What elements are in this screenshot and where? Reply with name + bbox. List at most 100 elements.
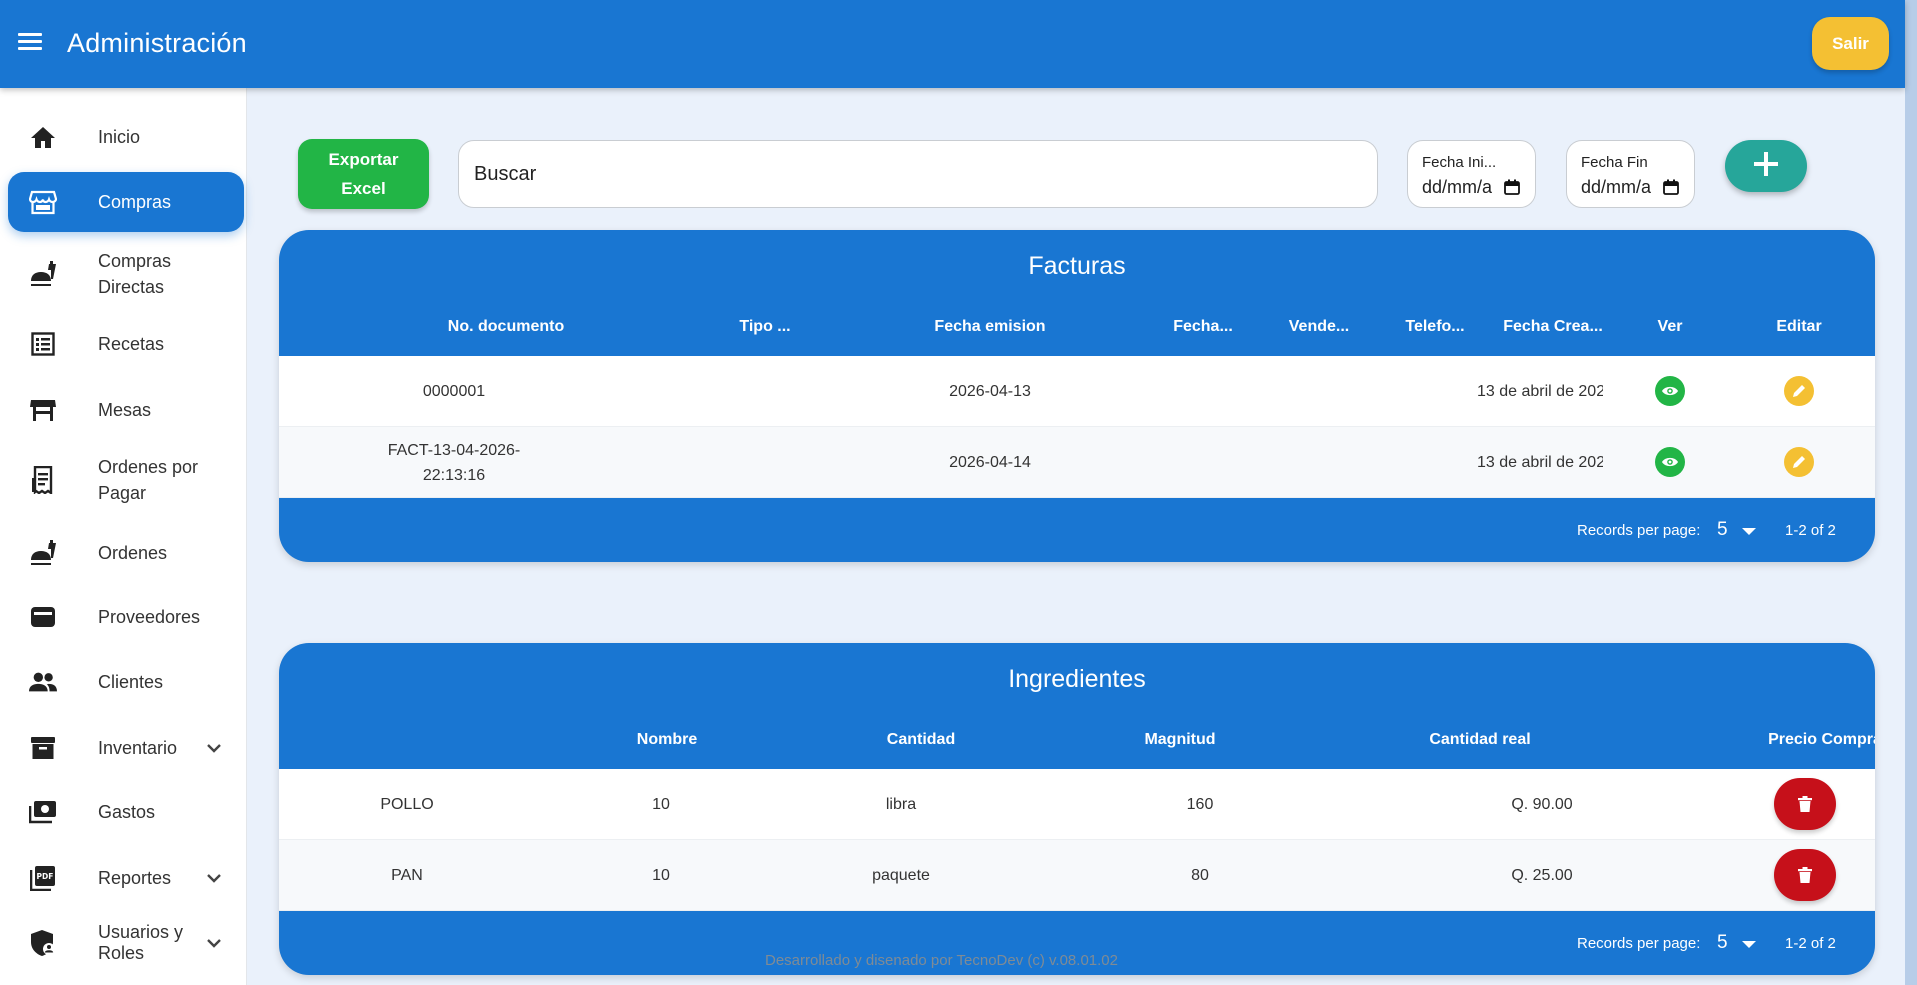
facturas-header: No. documento Tipo ... Fecha emision Fec… [279,318,1875,358]
edit-button[interactable] [1784,447,1814,477]
trash-icon [1798,796,1812,812]
fecha-inicio-label: Fecha Ini... [1422,154,1497,171]
store-icon [29,188,57,216]
column-header[interactable]: No. documento [441,318,571,336]
table-row: PAN 10 paquete 80 Q. 25.00 [279,840,1875,911]
fecha-inicio-input[interactable]: dd/mm/a [1422,177,1502,198]
eye-icon [1662,457,1678,467]
ingredientes-table-body: POLLO 10 libra 160 Q. 90.00 PAN 10 paque… [279,769,1875,911]
ingredientes-card: Ingredientes Nombre Cantidad Magnitud Ca… [279,643,1875,975]
column-header[interactable]: Cantidad [861,731,981,749]
list-icon [29,330,57,358]
fecha-inicio-field[interactable]: Fecha Ini... dd/mm/a [1407,140,1536,208]
fecha-fin-input[interactable]: dd/mm/a [1581,177,1661,198]
column-header[interactable]: Fecha emision [915,318,1065,336]
pencil-icon [1793,456,1805,468]
column-header[interactable]: Telefo... [1395,318,1475,336]
sidebar-item-ordenes-por-pagar[interactable]: Ordenes por Pagar [8,450,244,510]
calendar-icon[interactable] [1504,179,1520,200]
chevron-down-icon[interactable] [203,737,225,759]
add-button[interactable] [1725,140,1807,192]
column-header[interactable]: Magnitud [1120,731,1240,749]
column-header[interactable]: Cantidad real [1405,731,1555,749]
delete-button[interactable] [1774,778,1836,830]
sidebar-item-label: Mesas [98,400,152,420]
sidebar-item-compras[interactable]: Compras [8,172,244,232]
cantidad-real-cell: 160 [1186,796,1214,813]
cash-icon [29,798,57,826]
column-header[interactable]: Vende... [1279,318,1359,336]
scrollbar[interactable] [1905,0,1917,985]
column-header[interactable]: Fecha Crea... [1493,318,1613,336]
sidebar-item-label: Clientes [98,672,164,692]
search-input[interactable] [459,141,1377,207]
ingredientes-title: Ingredientes [1008,665,1146,693]
sidebar-item-mesas[interactable]: Mesas [8,380,244,440]
sidebar-item-label: Compras Directas [98,251,172,297]
sidebar-item-label: Proveedores [98,607,201,627]
facturas-card: Facturas No. documento Tipo ... Fecha em… [279,230,1875,562]
facturas-table-body: 0000001 2026-04-13 13 de abril de 2026 F… [279,356,1875,498]
logout-button[interactable]: Salir [1812,17,1889,70]
caret-down-icon[interactable] [1742,941,1756,948]
plus-icon [1752,150,1780,183]
sidebar-item-label: Recetas [98,334,165,354]
export-excel-button[interactable]: Exportar Excel [298,139,429,209]
column-header[interactable]: Fecha... [1163,318,1243,336]
sidebar-item-compras-directas[interactable]: Compras Directas [8,244,244,304]
sidebar-item-inventario[interactable]: Inventario [8,718,244,778]
fecha-creacion-cell: 13 de abril de 2026 [1477,454,1603,471]
caret-down-icon[interactable] [1742,528,1756,535]
table-row: POLLO 10 libra 160 Q. 90.00 [279,769,1875,840]
sidebar-item-proveedores[interactable]: Proveedores [8,587,244,647]
column-header[interactable]: Precio Compra [1745,731,1875,749]
magnitud-cell: paquete [872,867,930,884]
footer-credits: Desarrollado y disenado por TecnoDev (c)… [765,952,1118,969]
export-label: Excel [341,179,386,198]
nombre-cell: PAN [391,867,423,884]
no-documento-line: FACT-13-04-2026- [387,442,521,459]
cantidad-cell: 10 [652,867,670,884]
records-per-page-select[interactable]: 5 [1717,519,1728,541]
view-button[interactable] [1655,376,1685,406]
delete-button[interactable] [1774,849,1836,901]
column-header: Editar [1776,318,1822,335]
pagination-range: 1-2 of 2 [1785,522,1836,539]
sidebar-item-clientes[interactable]: Clientes [8,652,244,712]
fecha-fin-label: Fecha Fin [1581,154,1648,171]
view-button[interactable] [1655,447,1685,477]
fecha-emision-cell: 2026-04-13 [949,383,1031,400]
sidebar-item-recetas[interactable]: Recetas [8,314,244,374]
sidebar-item-inicio[interactable]: Inicio [8,107,244,167]
precio-cell: Q. 90.00 [1511,796,1573,813]
column-header[interactable]: Nombre [607,731,727,749]
fecha-fin-field[interactable]: Fecha Fin dd/mm/a [1566,140,1695,208]
search-field[interactable] [458,140,1378,208]
sidebar-item-reportes[interactable]: PDF Reportes [8,848,244,908]
edit-button[interactable] [1784,376,1814,406]
food-icon [29,539,57,567]
calendar-icon[interactable] [1663,179,1679,200]
column-header[interactable]: Tipo ... [725,318,805,336]
export-label: Exportar [328,150,399,169]
menu-icon[interactable] [16,29,46,59]
no-documento-cell: FACT-13-04-2026- 22:13:16 [369,438,539,488]
cantidad-real-cell: 80 [1191,867,1209,884]
chevron-down-icon[interactable] [203,867,225,889]
no-documento-line: 22:13:16 [422,467,486,484]
table-row: FACT-13-04-2026- 22:13:16 2026-04-14 13 … [279,427,1875,498]
magnitud-cell: libra [885,796,917,813]
sidebar-item-gastos[interactable]: Gastos [8,782,244,842]
svg-text:PDF: PDF [37,872,54,881]
chevron-down-icon[interactable] [203,932,225,954]
no-documento-cell: 0000001 [422,383,486,400]
sidebar-item-label: Ordenes [98,543,168,563]
records-per-page-select[interactable]: 5 [1717,932,1728,954]
sidebar-item-label: Gastos [98,802,156,822]
sidebar-item-usuarios-y-roles[interactable]: Usuarios y Roles [8,913,244,973]
facturas-title: Facturas [1028,252,1126,280]
eye-icon [1662,386,1678,396]
sidebar-item-ordenes[interactable]: Ordenes [8,523,244,583]
cantidad-cell: 10 [652,796,670,813]
fecha-emision-cell: 2026-04-14 [949,454,1031,471]
